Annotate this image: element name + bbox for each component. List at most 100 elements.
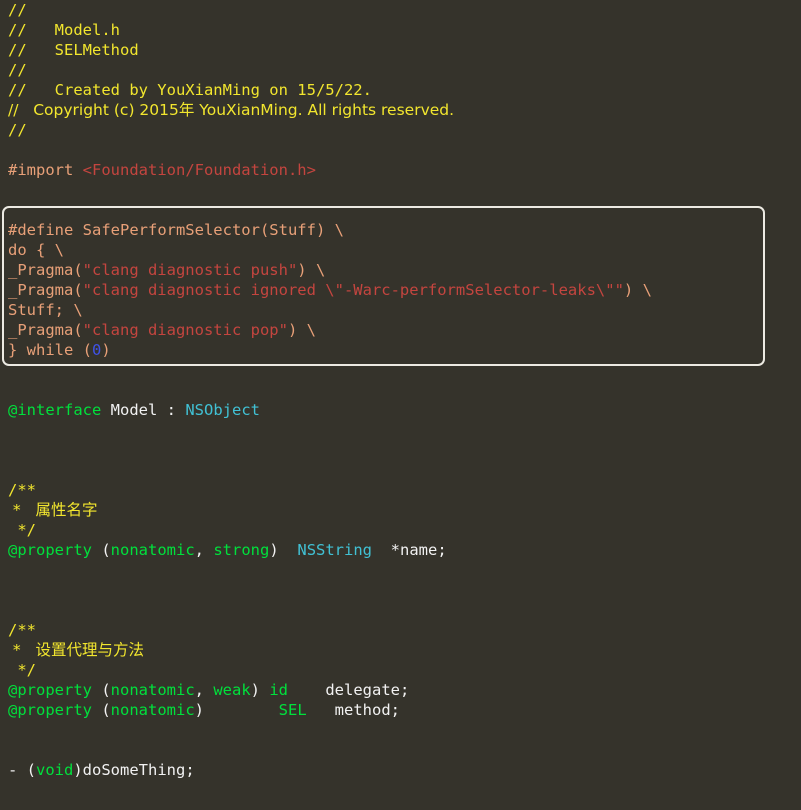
property-attribute: strong [213, 541, 270, 559]
class-name: Model [101, 401, 167, 419]
close-paren: ) [73, 761, 83, 779]
property-declarator: method; [306, 701, 400, 719]
comment-text: // Created by YouXianMing on 15/5/22. [8, 81, 372, 99]
comment-text: */ [8, 661, 36, 679]
property-type: id [269, 681, 289, 699]
comment-line-1: // [0, 0, 801, 20]
pragma-string: "clang diagnostic pop" [82, 321, 288, 339]
comma-separator: , [194, 541, 214, 559]
define-body-text: do { \ [8, 241, 64, 259]
open-paren: ( [101, 701, 111, 719]
property-declarator: delegate; [288, 681, 410, 699]
number-literal: 0 [92, 341, 102, 359]
property-type: SEL [278, 701, 307, 719]
pragma-call: _Pragma( [8, 281, 83, 299]
property-keyword: @property [8, 701, 102, 719]
pragma-tail: ) \ [623, 281, 652, 299]
comment-text: // Copyright (c) 2015年 YouXianMing. All … [8, 101, 455, 119]
doc-comment-close: */ [0, 520, 801, 540]
method-return-type: void [36, 761, 74, 779]
pragma-call: _Pragma( [8, 321, 83, 339]
property-type: NSString [297, 541, 373, 559]
define-line-1: #define SafePerformSelector(Stuff) \ [0, 220, 801, 240]
comment-line-2: // Model.h [0, 20, 801, 40]
comment-line-7: // [0, 120, 801, 140]
property-declarator: *name; [372, 541, 447, 559]
define-line-7: } while (0) [0, 340, 801, 360]
method-declaration-line: - (void)doSomeThing; [0, 760, 801, 780]
comment-text: /** [8, 621, 36, 639]
define-line-6: _Pragma("clang diagnostic pop") \ [0, 320, 801, 340]
pragma-string: "clang diagnostic push" [82, 261, 298, 279]
pragma-call: _Pragma( [8, 261, 83, 279]
open-paren: ( [101, 541, 111, 559]
define-directive: #define [8, 221, 74, 239]
interface-declaration-line: @interface Model : NSObject [0, 400, 801, 420]
close-paren: ) [194, 701, 205, 719]
doc-comment-open: /** [0, 620, 801, 640]
doc-comment-close: */ [0, 660, 801, 680]
comment-text: // Model.h [8, 21, 120, 39]
comma-separator: , [194, 681, 214, 699]
doc-comment-open: /** [0, 480, 801, 500]
define-body-text: ) [101, 341, 111, 359]
method-minus-sign: - ( [8, 761, 36, 779]
property-attribute: nonatomic [110, 541, 195, 559]
pragma-string: "clang diagnostic ignored \"-Warc-perfor… [82, 281, 624, 299]
superclass-name: NSObject [185, 401, 260, 419]
comment-text: /** [8, 481, 36, 499]
property-keyword: @property [8, 541, 102, 559]
close-paren: ) [250, 681, 270, 699]
import-line: #import <Foundation/Foundation.h> [0, 160, 801, 180]
comment-line-3: // SELMethod [0, 40, 801, 60]
comment-text: */ [8, 521, 36, 539]
define-macro-signature: SafePerformSelector(Stuff) \ [73, 221, 344, 239]
code-editor[interactable]: // // Model.h // SELMethod // // Created… [0, 0, 801, 810]
comment-text: // SELMethod [8, 41, 139, 59]
define-line-2: do { \ [0, 240, 801, 260]
comment-line-6: // Copyright (c) 2015年 YouXianMing. All … [0, 100, 801, 120]
doc-comment-body: * 设置代理与方法 [0, 640, 801, 660]
doc-comment-body: * 属性名字 [0, 500, 801, 520]
define-body-text: } while ( [8, 341, 92, 359]
property-keyword: @property [8, 681, 102, 699]
property-delegate-line: @property (nonatomic, weak) id delegate; [0, 680, 801, 700]
import-header-path: <Foundation/Foundation.h> [82, 161, 316, 179]
comment-text: // [8, 1, 27, 19]
colon-separator: : [166, 401, 186, 419]
comment-text: // [8, 61, 27, 79]
define-line-3: _Pragma("clang diagnostic push") \ [0, 260, 801, 280]
property-attribute: weak [213, 681, 251, 699]
property-attribute: nonatomic [110, 681, 195, 699]
pragma-tail: ) \ [297, 261, 326, 279]
comment-text: * 设置代理与方法 [8, 641, 144, 659]
import-directive: #import [8, 161, 74, 179]
property-attribute: nonatomic [110, 701, 195, 719]
interface-keyword: @interface [8, 401, 102, 419]
define-body-text: Stuff; \ [8, 301, 83, 319]
pragma-tail: ) \ [287, 321, 316, 339]
method-name: doSomeThing; [82, 761, 195, 779]
define-line-5: Stuff; \ [0, 300, 801, 320]
open-paren: ( [101, 681, 111, 699]
source-code-content[interactable]: // // Model.h // SELMethod // // Created… [0, 0, 801, 810]
comment-line-4: // [0, 60, 801, 80]
close-paren: ) [269, 541, 279, 559]
comment-text: // [8, 121, 27, 139]
